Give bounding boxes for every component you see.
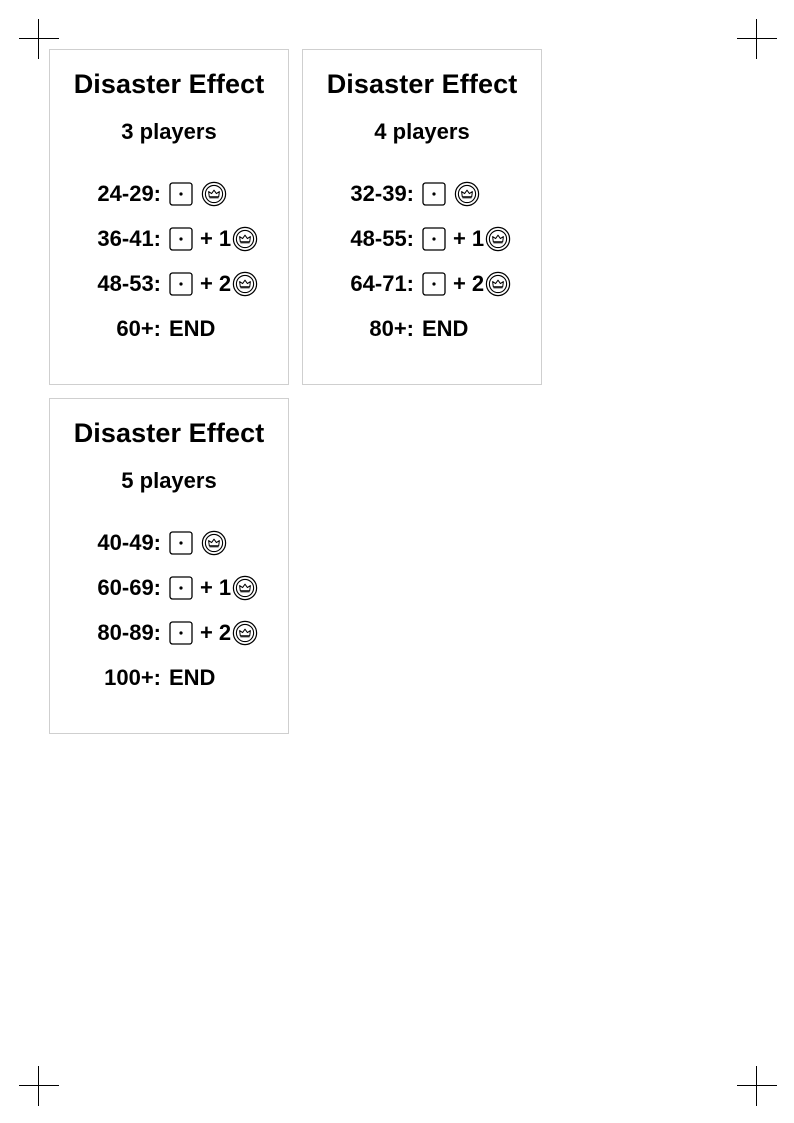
end-row: 80+: END — [303, 314, 541, 344]
die-icon — [422, 272, 446, 296]
range-label: 32-39: — [350, 181, 414, 206]
token-count: 1 — [218, 575, 232, 600]
card-title: Disaster Effect — [73, 69, 265, 99]
disaster-card-4-players: Disaster Effect 4 players 32-39: 48-55: … — [302, 49, 542, 385]
crown-token-icon — [201, 181, 227, 207]
effect-row: 40-49: — [50, 528, 288, 558]
plus-sign: + — [200, 271, 213, 296]
plus-sign: + — [200, 620, 213, 645]
crop-mark-top-right — [737, 19, 777, 59]
effect-row: 80-89: + 2 — [50, 618, 288, 648]
token-count: 1 — [218, 226, 232, 251]
die-icon — [169, 531, 193, 555]
end-text: END — [169, 316, 216, 341]
die-icon — [169, 621, 193, 645]
range-label: 80+: — [369, 316, 414, 341]
die-icon — [422, 182, 446, 206]
range-label: 48-53: — [97, 271, 161, 296]
effect-row: 48-55: + 1 — [303, 224, 541, 254]
die-icon — [169, 227, 193, 251]
plus-sign: + — [200, 575, 213, 600]
die-icon — [169, 272, 193, 296]
end-row: 60+: END — [50, 314, 288, 344]
token-count: 2 — [471, 271, 485, 296]
effect-row: 60-69: + 1 — [50, 573, 288, 603]
crown-token-icon — [485, 271, 511, 297]
die-icon — [422, 227, 446, 251]
range-label: 64-71: — [350, 271, 414, 296]
token-count: 1 — [471, 226, 485, 251]
range-label: 80-89: — [97, 620, 161, 645]
plus-sign: + — [453, 226, 466, 251]
crown-token-icon — [232, 575, 258, 601]
token-count: 2 — [218, 620, 232, 645]
range-label: 100+: — [104, 665, 161, 690]
player-count: 3 players — [121, 119, 217, 144]
range-label: 24-29: — [97, 181, 161, 206]
end-text: END — [169, 665, 216, 690]
die-icon — [169, 182, 193, 206]
card-title: Disaster Effect — [326, 69, 518, 99]
token-count: 2 — [218, 271, 232, 296]
range-label: 36-41: — [97, 226, 161, 251]
range-label: 48-55: — [350, 226, 414, 251]
plus-sign: + — [200, 226, 213, 251]
crown-token-icon — [232, 620, 258, 646]
player-count: 4 players — [374, 119, 470, 144]
plus-sign: + — [453, 271, 466, 296]
die-icon — [169, 576, 193, 600]
crown-token-icon — [232, 226, 258, 252]
player-count: 5 players — [121, 468, 217, 493]
disaster-card-5-players: Disaster Effect 5 players 40-49: 60-69: … — [49, 398, 289, 734]
effect-row: 36-41: + 1 — [50, 224, 288, 254]
effect-row: 48-53: + 2 — [50, 269, 288, 299]
effect-row: 24-29: — [50, 179, 288, 209]
crop-mark-bottom-right — [737, 1066, 777, 1106]
effect-row: 32-39: — [303, 179, 541, 209]
crown-token-icon — [201, 530, 227, 556]
range-label: 60+: — [116, 316, 161, 341]
crown-token-icon — [485, 226, 511, 252]
card-title: Disaster Effect — [73, 418, 265, 448]
disaster-card-3-players: Disaster Effect 3 players 24-29: 36-41: … — [49, 49, 289, 385]
range-label: 40-49: — [97, 530, 161, 555]
crown-token-icon — [454, 181, 480, 207]
effect-row: 64-71: + 2 — [303, 269, 541, 299]
crop-mark-bottom-left — [19, 1066, 59, 1106]
range-label: 60-69: — [97, 575, 161, 600]
end-text: END — [422, 316, 469, 341]
crown-token-icon — [232, 271, 258, 297]
end-row: 100+: END — [50, 663, 288, 693]
